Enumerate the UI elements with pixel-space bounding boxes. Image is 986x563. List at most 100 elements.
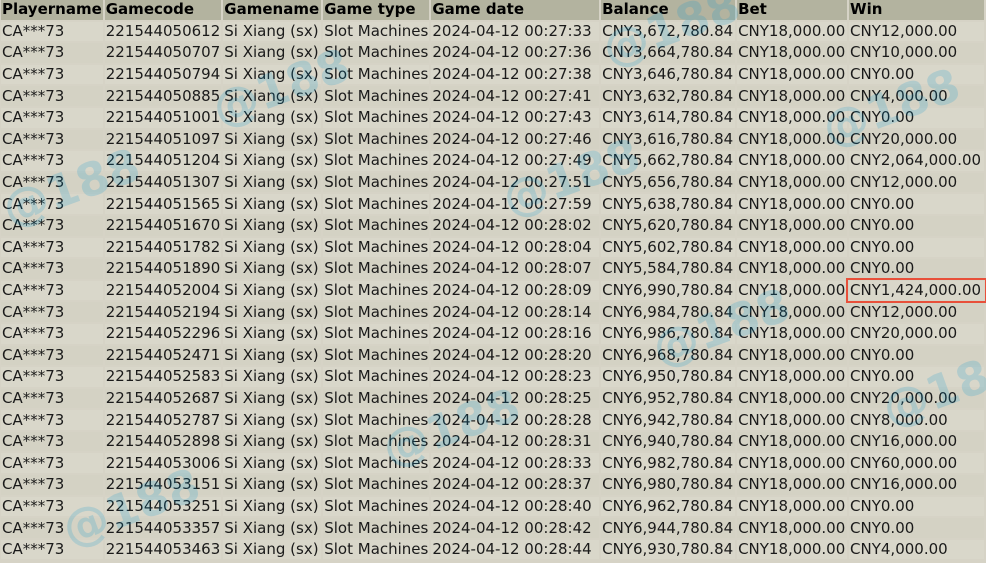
cell-playername: CA***73 bbox=[1, 129, 103, 150]
table-row[interactable]: CA***73 221544050707 Si Xiang (sx) Slot Mac… bbox=[1, 43, 984, 63]
cell-bet: CNY18,000.00 bbox=[737, 215, 848, 236]
table-row[interactable]: CA***73 221544052194 Si Xiang (sx) Slot Mac… bbox=[1, 302, 984, 322]
cell-balance: CNY6,986,780.84 bbox=[601, 323, 736, 344]
table-row[interactable]: CA***73 221544050612 Si Xiang (sx) Slot Mac… bbox=[1, 21, 984, 42]
cell-win: CNY12,000.00 bbox=[849, 302, 984, 322]
cell-game-type: Slot Machines bbox=[323, 194, 430, 214]
table-row[interactable]: CA***73 221544050885 Si Xiang (sx) Slot Mac… bbox=[1, 86, 984, 106]
cell-gamename: Si Xiang (sx) bbox=[223, 323, 322, 344]
table-row[interactable]: CA***73 221544051001 Si Xiang (sx) Slot Mac… bbox=[1, 107, 984, 128]
table-row[interactable]: CA***73 221544051890 Si Xiang (sx) Slot Mac… bbox=[1, 259, 984, 279]
cell-game-date: 2024-04-12 00:27:38 bbox=[431, 64, 600, 85]
cell-bet: CNY18,000.00 bbox=[737, 280, 848, 301]
cell-balance: CNY5,620,780.84 bbox=[601, 215, 736, 236]
cell-gamecode: 221544051890 bbox=[104, 259, 222, 279]
cell-playername: CA***73 bbox=[1, 323, 103, 344]
table-row[interactable]: CA***73 221544052583 Si Xiang (sx) Slot Mac… bbox=[1, 367, 984, 387]
table-row[interactable]: CA***73 221544052471 Si Xiang (sx) Slot Mac… bbox=[1, 345, 984, 366]
table-row[interactable]: CA***73 221544051670 Si Xiang (sx) Slot Mac… bbox=[1, 215, 984, 236]
column-header-win[interactable]: Win bbox=[849, 0, 984, 20]
table-row[interactable]: CA***73 221544052787 Si Xiang (sx) Slot Mac… bbox=[1, 410, 984, 430]
cell-game-type: Slot Machines bbox=[323, 215, 430, 236]
cell-win: CNY0.00 bbox=[849, 496, 984, 517]
cell-gamename: Si Xiang (sx) bbox=[223, 496, 322, 517]
cell-game-date: 2024-04-12 00:28:28 bbox=[431, 410, 600, 430]
table-row[interactable]: CA***73 221544053151 Si Xiang (sx) Slot Mac… bbox=[1, 475, 984, 495]
cell-game-type: Slot Machines bbox=[323, 496, 430, 517]
cell-game-date: 2024-04-12 00:28:44 bbox=[431, 539, 600, 560]
column-header-gamename[interactable]: Gamename bbox=[223, 0, 322, 20]
cell-gamename: Si Xiang (sx) bbox=[223, 367, 322, 387]
column-header-bet[interactable]: Bet bbox=[737, 0, 848, 20]
cell-playername: CA***73 bbox=[1, 151, 103, 171]
cell-gamecode: 221544053357 bbox=[104, 518, 222, 538]
cell-win: CNY4,000.00 bbox=[849, 539, 984, 560]
cell-gamename: Si Xiang (sx) bbox=[223, 194, 322, 214]
cell-playername: CA***73 bbox=[1, 21, 103, 42]
table-row[interactable]: CA***73 221544053357 Si Xiang (sx) Slot Mac… bbox=[1, 518, 984, 538]
table-row[interactable]: CA***73 221544052296 Si Xiang (sx) Slot Mac… bbox=[1, 323, 984, 344]
cell-balance: CNY5,602,780.84 bbox=[601, 237, 736, 258]
column-header-game-type[interactable]: Game type bbox=[323, 0, 430, 20]
table-header: Playername Gamecode Gamename Game type G… bbox=[1, 0, 984, 20]
cell-balance: CNY6,950,780.84 bbox=[601, 367, 736, 387]
cell-gamecode: 221544052471 bbox=[104, 345, 222, 366]
table-row[interactable]: CA***73 221544052687 Si Xiang (sx) Slot Mac… bbox=[1, 388, 984, 409]
cell-game-date: 2024-04-12 00:28:20 bbox=[431, 345, 600, 366]
table-row[interactable]: CA***73 221544052898 Si Xiang (sx) Slot Mac… bbox=[1, 431, 984, 452]
cell-gamecode: 221544051204 bbox=[104, 151, 222, 171]
cell-win: CNY0.00 bbox=[849, 64, 984, 85]
table-row[interactable]: CA***73 221544051307 Si Xiang (sx) Slot Mac… bbox=[1, 172, 984, 193]
table-row[interactable]: CA***73 221544051097 Si Xiang (sx) Slot Mac… bbox=[1, 129, 984, 150]
cell-game-date: 2024-04-12 00:28:07 bbox=[431, 259, 600, 279]
cell-gamecode: 221544050794 bbox=[104, 64, 222, 85]
cell-win: CNY16,000.00 bbox=[849, 475, 984, 495]
cell-game-type: Slot Machines bbox=[323, 431, 430, 452]
cell-win: CNY16,000.00 bbox=[849, 431, 984, 452]
cell-gamename: Si Xiang (sx) bbox=[223, 431, 322, 452]
table-body: CA***73 221544050612 Si Xiang (sx) Slot Mac… bbox=[1, 21, 986, 560]
table-row[interactable]: CA***73 221544053463 Si Xiang (sx) Slot Mac… bbox=[1, 539, 984, 560]
table-row[interactable]: CA***73 221544051565 Si Xiang (sx) Slot Mac… bbox=[1, 194, 984, 214]
cell-game-date: 2024-04-12 00:27:43 bbox=[431, 107, 600, 128]
table-row[interactable]: CA***73 221544051204 Si Xiang (sx) Slot Mac… bbox=[1, 151, 984, 171]
cell-win: CNY20,000.00 bbox=[849, 323, 984, 344]
cell-balance: CNY6,944,780.84 bbox=[601, 518, 736, 538]
cell-game-type: Slot Machines bbox=[323, 107, 430, 128]
cell-gamename: Si Xiang (sx) bbox=[223, 475, 322, 495]
cell-bet: CNY18,000.00 bbox=[737, 21, 848, 42]
cell-bet: CNY18,000.00 bbox=[737, 151, 848, 171]
cell-game-type: Slot Machines bbox=[323, 367, 430, 387]
cell-balance: CNY3,672,780.84 bbox=[601, 21, 736, 42]
cell-bet: CNY18,000.00 bbox=[737, 172, 848, 193]
cell-bet: CNY18,000.00 bbox=[737, 64, 848, 85]
cell-playername: CA***73 bbox=[1, 194, 103, 214]
cell-game-date: 2024-04-12 00:28:14 bbox=[431, 302, 600, 322]
cell-playername: CA***73 bbox=[1, 107, 103, 128]
column-header-playername[interactable]: Playername bbox=[1, 0, 103, 20]
cell-gamename: Si Xiang (sx) bbox=[223, 302, 322, 322]
cell-bet: CNY18,000.00 bbox=[737, 518, 848, 538]
cell-balance: CNY6,962,780.84 bbox=[601, 496, 736, 517]
table-row[interactable]: CA***73 221544053006 Si Xiang (sx) Slot Mac… bbox=[1, 453, 984, 474]
column-header-balance[interactable]: Balance bbox=[601, 0, 736, 20]
table-row[interactable]: CA***73 221544053251 Si Xiang (sx) Slot Mac… bbox=[1, 496, 984, 517]
cell-game-date: 2024-04-12 00:27:41 bbox=[431, 86, 600, 106]
table-row[interactable]: CA***73 221544052004 Si Xiang (sx) Slot Mac… bbox=[1, 277, 986, 304]
table-row[interactable]: CA***73 221544050794 Si Xiang (sx) Slot Mac… bbox=[1, 64, 984, 85]
cell-win: CNY0.00 bbox=[849, 259, 984, 279]
cell-gamename: Si Xiang (sx) bbox=[223, 518, 322, 538]
cell-win: CNY8,000.00 bbox=[849, 410, 984, 430]
cell-game-date: 2024-04-12 00:28:04 bbox=[431, 237, 600, 258]
cell-game-type: Slot Machines bbox=[323, 453, 430, 474]
cell-playername: CA***73 bbox=[1, 496, 103, 517]
cell-gamename: Si Xiang (sx) bbox=[223, 129, 322, 150]
cell-game-date: 2024-04-12 00:28:02 bbox=[431, 215, 600, 236]
cell-game-date: 2024-04-12 00:28:09 bbox=[431, 280, 600, 301]
table-row[interactable]: CA***73 221544051782 Si Xiang (sx) Slot Mac… bbox=[1, 237, 984, 258]
cell-balance: CNY5,662,780.84 bbox=[601, 151, 736, 171]
column-header-game-date[interactable]: Game date bbox=[431, 0, 600, 20]
column-header-gamecode[interactable]: Gamecode bbox=[104, 0, 222, 20]
cell-bet: CNY18,000.00 bbox=[737, 410, 848, 430]
cell-playername: CA***73 bbox=[1, 453, 103, 474]
